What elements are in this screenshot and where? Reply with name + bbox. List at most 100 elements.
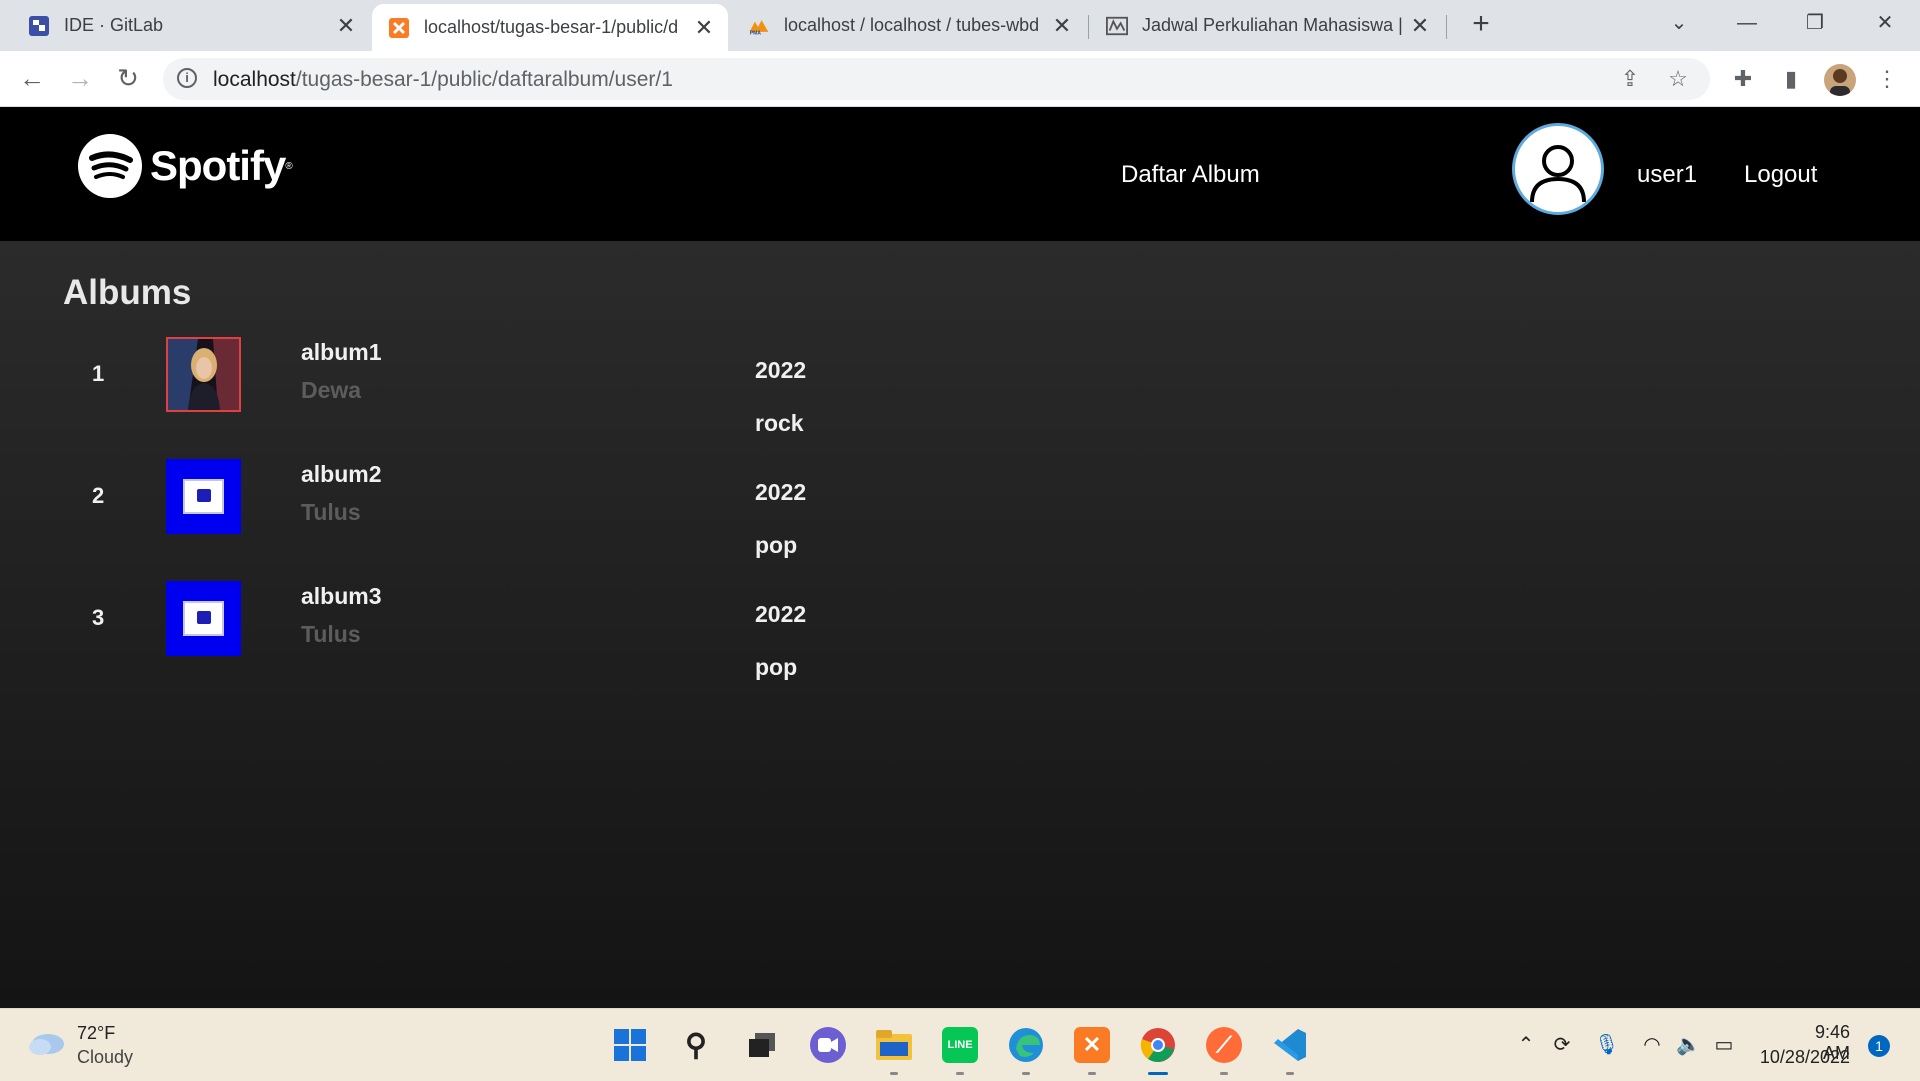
album-name[interactable]: album2 [301,461,382,488]
windows-taskbar: 72°F Cloudy ⚲ LINE ✕ ⟋ ⌃ ⟳ 🎙 ◠ 🔈 ▭ 9:46 … [0,1008,1920,1081]
back-button[interactable]: ← [16,63,48,95]
search-icon[interactable]: ⚲ [678,1027,714,1063]
chevron-up-icon[interactable]: ⌃ [1514,1033,1538,1057]
reload-button[interactable]: ↻ [112,63,144,95]
username-label[interactable]: user1 [1637,161,1697,189]
teams-chat-icon[interactable] [810,1027,846,1063]
battery-icon[interactable]: ▭ [1712,1033,1736,1057]
spotify-logo[interactable]: Spotify ® [78,134,293,198]
album-genre: pop [755,532,798,558]
tab-title: localhost/tugas-besar-1/public/d [424,17,679,37]
restore-button[interactable]: ❐ [1792,8,1838,38]
running-indicator [890,1072,898,1075]
svg-text:PMA: PMA [750,30,762,36]
weather-condition[interactable]: Cloudy [77,1047,133,1068]
site-info-icon[interactable]: i [177,68,197,88]
running-indicator [1088,1072,1096,1075]
album-cover-image[interactable] [166,337,241,412]
tab-separator [1088,15,1089,39]
album-number: 1 [92,361,105,386]
close-window-button[interactable]: ✕ [1862,8,1908,38]
new-tab-button[interactable]: + [1466,9,1496,40]
album-cover-placeholder-icon[interactable] [166,581,241,656]
url-path: /tugas-besar-1/public/daftaralbum/user/1 [295,68,673,91]
close-icon[interactable]: ✕ [1052,14,1072,36]
running-indicator [956,1072,964,1075]
extensions-puzzle-icon[interactable]: ✚ [1728,64,1758,94]
tab-title: IDE · GitLab [64,15,164,35]
tab-jadwal-perkuliahan[interactable]: Jadwal Perkuliahan Mahasiswa | S ✕ [1092,0,1444,51]
phpmyadmin-favicon-icon: PMA [748,15,770,37]
line-app-icon[interactable]: LINE [942,1027,978,1063]
site-header: Spotify ® Daftar Album user1 Logout [0,107,1920,241]
album-artist: Dewa [301,377,362,403]
album-artist: Tulus [301,499,361,525]
browser-menu-icon[interactable]: ⋮ [1872,64,1902,94]
file-explorer-icon[interactable] [876,1027,912,1063]
browser-toolbar: ← → ↻ i localhost/tugas-besar-1/public/d… [0,51,1920,107]
running-indicator [1022,1072,1030,1075]
close-icon[interactable]: ✕ [694,16,714,38]
chrome-icon[interactable] [1140,1027,1176,1063]
album-number: 2 [92,483,105,508]
album-year: 2022 [755,479,807,505]
logout-link[interactable]: Logout [1744,161,1817,189]
clock-date[interactable]: 10/28/2022 [1757,1047,1850,1068]
running-indicator [1220,1072,1228,1075]
album-name[interactable]: album3 [301,583,382,610]
tab-search-chevron-icon[interactable]: ⌄ [1656,8,1702,38]
share-icon[interactable]: ⇪ [1617,66,1643,92]
album-year: 2022 [755,601,807,627]
notification-badge[interactable]: 1 [1868,1035,1890,1057]
albums-page: Albums 1 album1 Dewa 2022 rock 2 album2 … [0,241,1920,1008]
registered-mark: ® [285,160,293,172]
tab-gitlab-ide[interactable]: IDE · GitLab ✕ [0,0,370,51]
album-row[interactable]: 2 album2 Tulus 2022 pop [0,459,1920,558]
wifi-icon[interactable]: ◠ [1640,1033,1664,1057]
browser-tab-strip: IDE · GitLab ✕ localhost/tugas-besar-1/p… [0,0,1920,51]
sync-icon[interactable]: ⟳ [1550,1033,1574,1057]
cloud-icon[interactable] [26,1029,66,1055]
microphone-icon[interactable]: 🎙 [1594,1033,1619,1057]
album-genre: rock [755,410,804,436]
vscode-icon[interactable] [1272,1027,1308,1063]
tab-title: Jadwal Perkuliahan Mahasiswa | S [1142,15,1402,35]
postman-icon[interactable]: ⟋ [1206,1027,1242,1063]
album-year: 2022 [755,357,807,383]
running-indicator [1286,1072,1294,1075]
close-icon[interactable]: ✕ [336,14,356,36]
user-avatar-icon[interactable] [1512,123,1604,215]
start-menu-windows-icon[interactable] [612,1027,648,1063]
gitlab-ide-favicon-icon [28,15,50,37]
tab-localhost-daftaralbum[interactable]: localhost/tugas-besar-1/public/d ✕ [372,4,728,51]
active-indicator [1148,1072,1168,1075]
tab-title: localhost / localhost / tubes-wbd [784,15,1040,35]
page-title: Albums [63,273,192,312]
album-cover-placeholder-icon[interactable] [166,459,241,534]
brand-name: Spotify [150,142,286,189]
album-artist: Tulus [301,621,361,647]
tab-phpmyadmin[interactable]: PMA localhost / localhost / tubes-wbd ✕ [734,0,1086,51]
forward-button[interactable]: → [64,63,96,95]
weather-temperature[interactable]: 72°F [77,1023,115,1044]
tab-separator [1446,15,1447,39]
spotify-logo-icon [78,134,142,198]
xampp-favicon-icon [388,17,410,39]
address-bar[interactable]: i localhost/tugas-besar-1/public/daftara… [163,58,1710,100]
album-row[interactable]: 1 album1 Dewa 2022 rock [0,337,1920,436]
url-text[interactable]: localhost/tugas-besar-1/public/daftaralb… [213,68,673,92]
bookmark-star-icon[interactable]: ☆ [1665,66,1691,92]
close-icon[interactable]: ✕ [1410,14,1430,36]
side-panel-icon[interactable]: ▮ [1776,64,1806,94]
nav-daftar-album[interactable]: Daftar Album [1121,161,1260,189]
album-name[interactable]: album1 [301,339,382,366]
xampp-icon[interactable]: ✕ [1074,1027,1110,1063]
task-view-icon[interactable] [744,1027,780,1063]
album-row[interactable]: 3 album3 Tulus 2022 pop [0,581,1920,680]
profile-avatar[interactable] [1824,64,1856,96]
speaker-icon[interactable]: 🔈 [1676,1033,1701,1057]
edge-browser-icon[interactable] [1008,1027,1044,1063]
url-host: localhost [213,68,296,91]
minimize-button[interactable]: — [1724,8,1770,38]
album-number: 3 [92,605,105,630]
